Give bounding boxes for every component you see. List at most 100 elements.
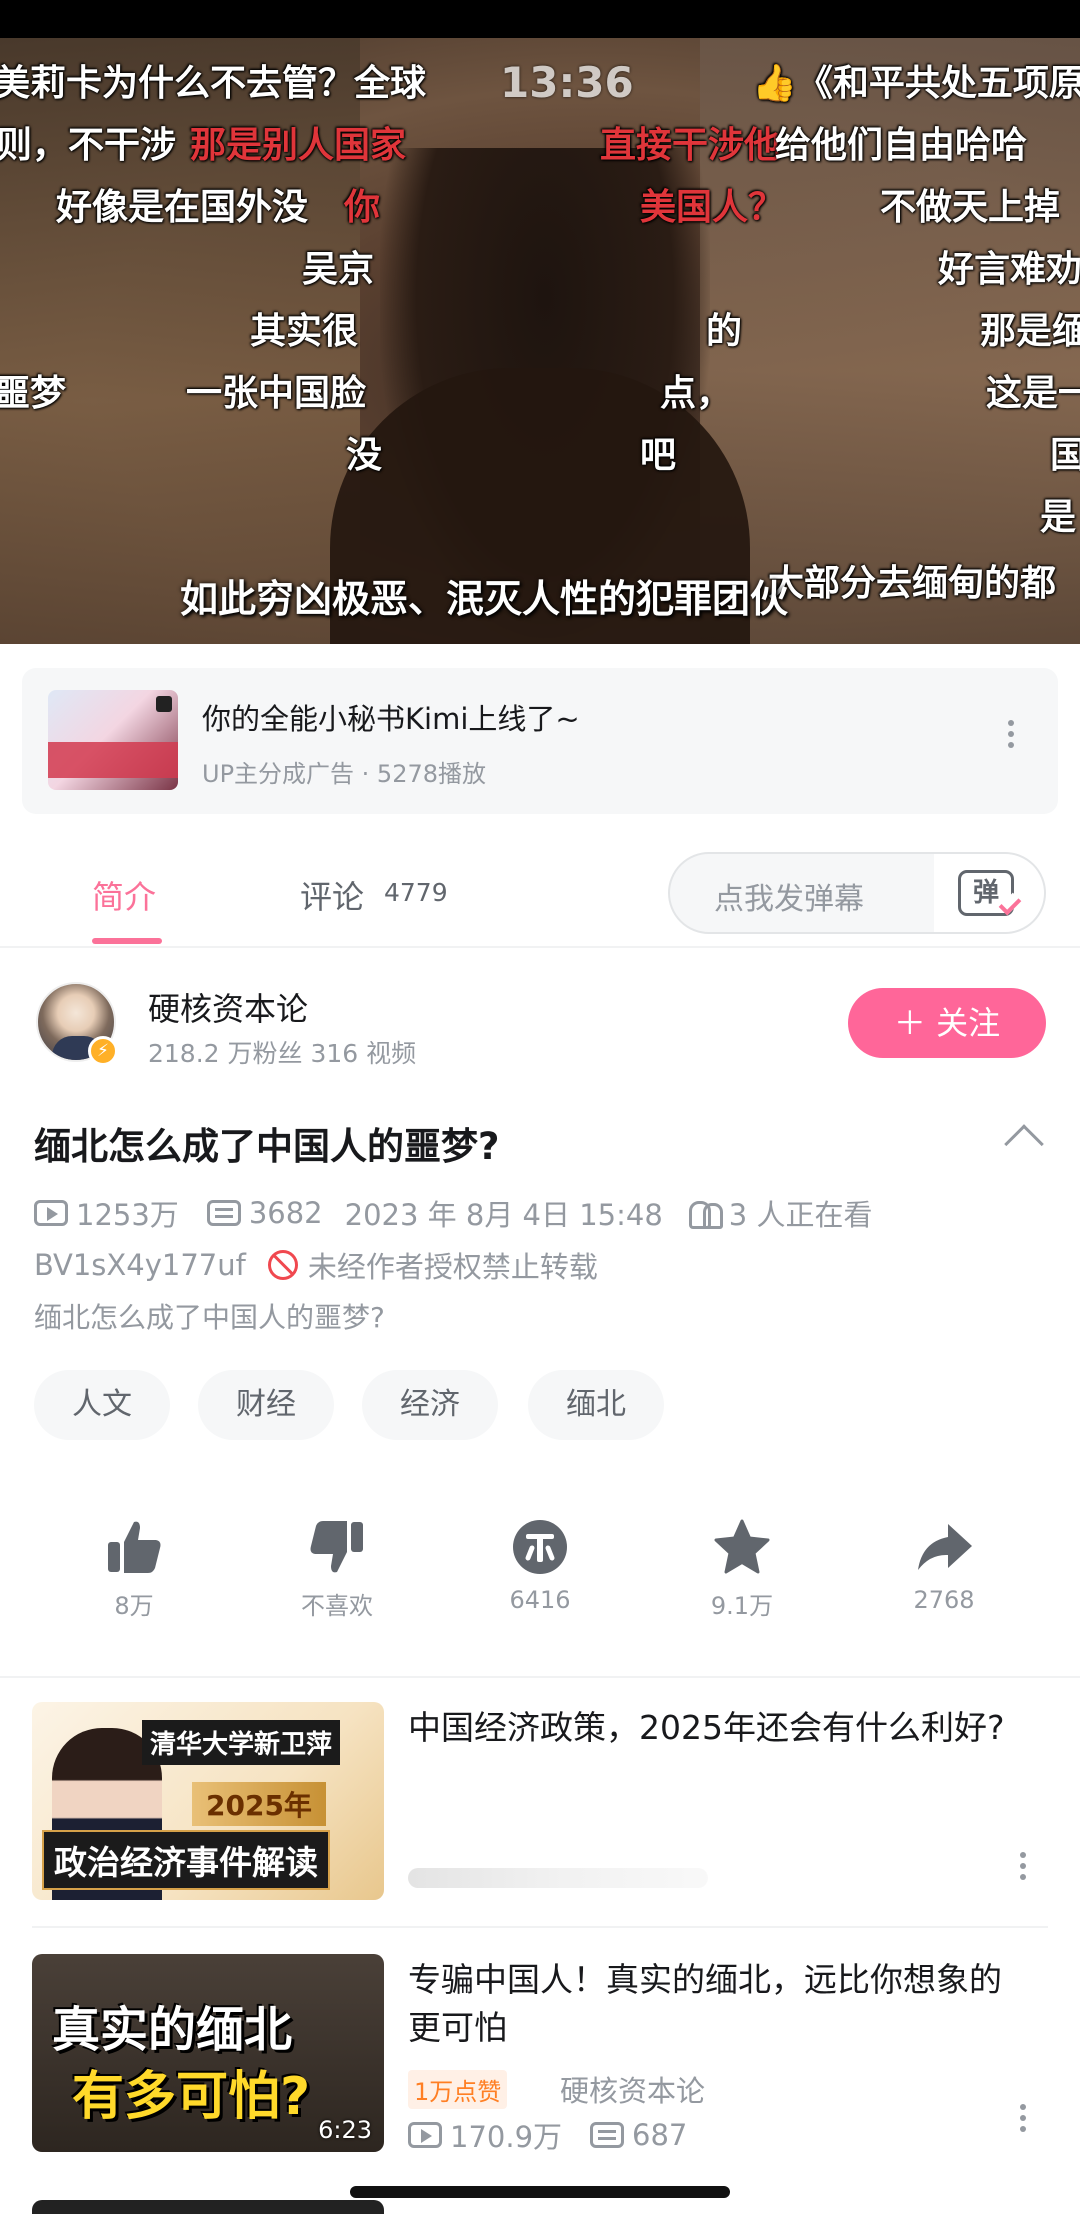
uploader-stats: 218.2 万粉丝 316 视频	[148, 1039, 417, 1068]
more-icon[interactable]	[1018, 1852, 1028, 1880]
danmaku-item: 的	[706, 311, 743, 352]
danmaku-item: 国	[1050, 435, 1080, 476]
ad-more-icon[interactable]	[1006, 720, 1016, 748]
danmaku-item: 直接干涉他	[600, 125, 781, 166]
danmaku-item: 那是缅	[980, 311, 1080, 352]
recommended-video[interactable]: 清华大学新卫萍 2025年 政治经济事件解读 中国经济政策，2025年还会有什么…	[32, 1702, 1048, 1902]
uploader-name[interactable]: 硬核资本论	[148, 984, 308, 1030]
thumb-caption: 有多可怕?	[72, 2067, 311, 2127]
danmaku-item: 一张中国脸	[186, 373, 367, 414]
status-bar	[0, 0, 1080, 38]
danmaku-item: 不做天上掉	[880, 187, 1061, 228]
no-repost-icon	[267, 1250, 298, 1280]
danmaku-toggle-button[interactable]: 弹	[934, 854, 1044, 932]
ad-title: 你的全能小秘书Kimi上线了~	[202, 702, 580, 736]
tag-chip[interactable]: 经济	[362, 1370, 498, 1440]
tab-active-indicator	[92, 938, 162, 944]
watching-count: 3 人正在看	[728, 1198, 873, 1232]
star-icon	[714, 1519, 770, 1574]
video-description: 缅北怎么成了中国人的噩梦?	[34, 1301, 385, 1334]
chevron-up-icon[interactable]	[1004, 1124, 1044, 1164]
next-thumbnail-peek	[32, 2200, 384, 2214]
recommended-title: 中国经济政策，2025年还会有什么利好?	[408, 1708, 1005, 1747]
coin-button[interactable]: 6416	[470, 1518, 610, 1614]
recommended-thumbnail: 真实的缅北 有多可怕? 6:23	[32, 1954, 384, 2152]
section-divider	[0, 1676, 1080, 1678]
danmaku-input-placeholder: 点我发弹幕	[714, 882, 864, 917]
ad-card[interactable]: 你的全能小秘书Kimi上线了~ UP主分成广告 · 5278播放	[22, 668, 1058, 814]
bv-id[interactable]: BV1sX4y177uf	[34, 1248, 246, 1282]
tag-chip[interactable]: 人文	[34, 1370, 170, 1440]
blurred-meta	[408, 1868, 708, 1888]
thumb-caption: 真实的缅北	[52, 2002, 293, 2058]
publish-date: 2023 年 8月 4日 15:48	[344, 1198, 663, 1232]
recommended-stats: 170.9万 687	[408, 2114, 687, 2156]
verified-badge-icon: ⚡	[88, 1036, 118, 1066]
danmaku-item: 你	[344, 187, 381, 228]
danmaku-count: 3682	[248, 1196, 323, 1230]
danmaku-item: 大部分去缅甸的都	[768, 563, 1057, 604]
play-count-icon	[408, 2122, 442, 2148]
more-icon[interactable]	[1018, 2104, 1028, 2132]
thumb-caption: 政治经济事件解读	[42, 1830, 330, 1890]
like-count: 8万	[114, 1592, 154, 1620]
ad-thumbnail	[48, 690, 178, 790]
follow-button[interactable]: ＋ 关注	[848, 988, 1046, 1058]
share-button[interactable]: 2768	[874, 1518, 1014, 1614]
danmaku-count-icon	[206, 1200, 241, 1226]
home-indicator	[350, 2186, 730, 2198]
thumb-caption: 2025年	[192, 1782, 326, 1826]
tag-chip[interactable]: 缅北	[528, 1370, 664, 1440]
video-player[interactable]: 13:36 美莉卡为什么不去管？全球 👍《和平共处五项原 则，不干涉 那是别人国…	[0, 38, 1080, 644]
hot-badge: 1万点赞	[408, 2070, 508, 2109]
danmaku-count: 687	[632, 2118, 688, 2152]
danmaku-item: 好言难劝	[938, 249, 1080, 290]
danmaku-item: 吧	[640, 435, 677, 476]
video-duration: 6:23	[318, 2116, 372, 2144]
danmaku-item: 噩梦	[0, 373, 67, 414]
danmaku-item: 好像是在国外没	[56, 187, 309, 228]
view-count: 1253万	[76, 1198, 179, 1232]
video-subtitle: 如此穷凶极恶、泯灭人性的犯罪团伙	[180, 577, 789, 621]
recommended-video[interactable]: 真实的缅北 有多可怕? 6:23 专骗中国人！真实的缅北，远比你想象的更可怕 1…	[32, 1954, 1048, 2154]
danmaku-item: 给他们自由哈哈	[775, 125, 1028, 166]
thumbs-down-icon	[310, 1521, 363, 1573]
share-icon	[918, 1524, 972, 1570]
tab-bar: 简介 评论 4779 点我发弹幕 弹	[0, 838, 1080, 948]
dislike-button[interactable]: 不喜欢	[267, 1518, 407, 1621]
danmaku-item: 则，不干涉	[0, 125, 177, 166]
danmaku-item: 美莉卡为什么不去管？全球	[0, 63, 427, 104]
recommended-title: 专骗中国人！真实的缅北，远比你想象的更可怕	[408, 1960, 1002, 2047]
danmaku-item: 吴京	[302, 249, 375, 290]
tab-intro[interactable]: 简介	[92, 872, 156, 918]
play-count-icon	[34, 1200, 68, 1226]
list-divider	[32, 1926, 1048, 1928]
video-meta-row: 1253万 3682 2023 年 8月 4日 15:48 3 人正在看	[34, 1192, 872, 1234]
share-count: 2768	[913, 1586, 975, 1614]
danmaku-item: 其实很	[250, 311, 359, 352]
video-title: 缅北怎么成了中国人的噩梦?	[34, 1125, 500, 1168]
danmaku-count-icon	[590, 2122, 625, 2148]
ad-meta: UP主分成广告 · 5278播放	[202, 760, 487, 788]
tag-chip[interactable]: 财经	[198, 1370, 334, 1440]
tab-comments[interactable]: 评论	[300, 872, 364, 918]
danmaku-item: 👍《和平共处五项原	[752, 63, 1080, 104]
recommended-author: 硬核资本论	[560, 2074, 706, 2108]
danmaku-input[interactable]: 点我发弹幕 弹	[668, 852, 1046, 934]
favorite-count: 9.1万	[710, 1592, 774, 1620]
coin-count: 6416	[509, 1586, 571, 1614]
comment-count: 4779	[384, 878, 448, 907]
danmaku-item: 这是一	[986, 373, 1080, 414]
danmaku-item: 是	[1040, 497, 1077, 538]
bv-row: BV1sX4y177uf 未经作者授权禁止转载	[34, 1244, 598, 1286]
dislike-label: 不喜欢	[301, 1592, 373, 1620]
like-button[interactable]: 8万	[64, 1518, 204, 1621]
danmaku-item: 那是别人国家	[190, 125, 407, 166]
favorite-button[interactable]: 9.1万	[672, 1518, 812, 1621]
thumbs-up-icon	[108, 1521, 161, 1573]
danmaku-item: 点，	[660, 373, 733, 414]
watching-icon	[687, 1199, 723, 1229]
coin-icon	[513, 1520, 567, 1574]
player-timer: 13:36	[500, 58, 634, 107]
thumb-caption: 清华大学新卫萍	[142, 1720, 341, 1765]
